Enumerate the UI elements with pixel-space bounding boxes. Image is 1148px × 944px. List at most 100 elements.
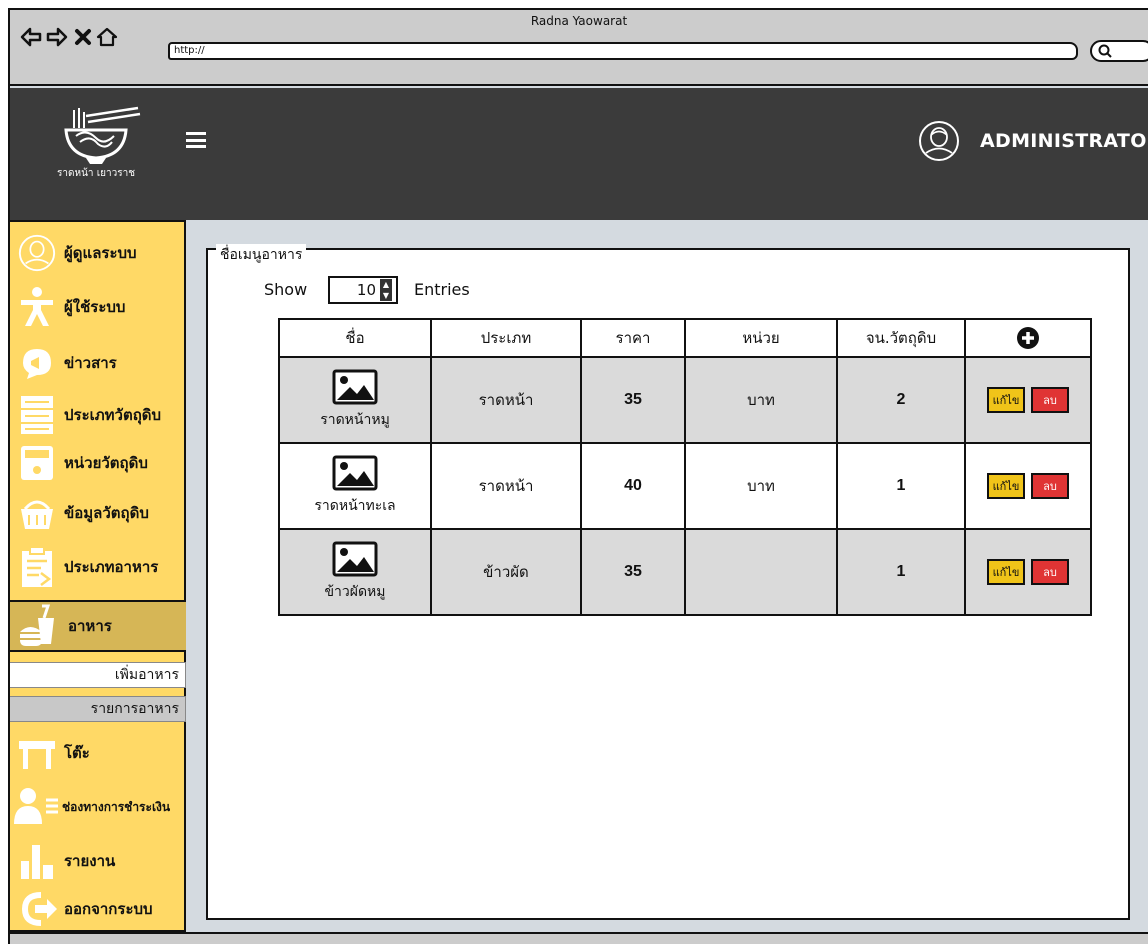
sidebar-item-ingredient-data[interactable]: ข้อมูลวัตถุดิบ [10, 490, 186, 536]
app-header: ราดหน้า เยาวราช ADMINISTRATOR [10, 88, 1148, 220]
bar-chart-icon [10, 838, 64, 884]
dish-ingredient-count: 2 [838, 358, 966, 442]
sidebar-item-ingredient-types[interactable]: ประเภทวัตถุดิบ [10, 392, 186, 438]
sidebar-item-food-types[interactable]: ประเภทอาหาร [10, 544, 186, 590]
dish-cell: ราดหน้าทะเล [280, 444, 432, 528]
admin-avatar-icon[interactable] [918, 120, 960, 162]
image-icon [332, 455, 378, 491]
sidebar-item-admin[interactable]: ผู้ดูแลระบบ [10, 230, 186, 276]
edit-button[interactable]: แก้ไข [987, 387, 1025, 413]
browser-toolbar: Radna Yaowarat http:// [10, 10, 1148, 86]
sidebar-item-food[interactable]: อาหาร [10, 600, 186, 652]
sidebar-item-label: ออกจากระบบ [64, 900, 153, 918]
sidebar-item-label: ผู้ดูแลระบบ [64, 244, 137, 262]
dish-price: 35 [582, 358, 686, 442]
entries-value: 10 [356, 281, 376, 299]
edit-button[interactable]: แก้ไข [987, 473, 1025, 499]
food-list-panel: ชื่อเมนูอาหาร Show 10 ▲ ▼ Entries ชื่อ ปร… [206, 244, 1130, 920]
column-header-price[interactable]: ราคา [582, 320, 686, 358]
admin-name[interactable]: ADMINISTRATOR [980, 130, 1148, 152]
dish-type: ข้าวผัด [432, 530, 582, 614]
column-header-name[interactable]: ชื่อ [280, 320, 432, 358]
sidebar: ผู้ดูแลระบบ ผู้ใช้ระบบ ข่าวสาร ประเภทวัต… [10, 220, 186, 932]
url-input[interactable]: http:// [168, 42, 1078, 60]
close-icon[interactable] [72, 26, 94, 48]
table-row: ราดหน้าทะเล ราดหน้า 40 บาท 1 แก้ไข ลบ [280, 444, 1090, 530]
sidebar-item-label: ข่าวสาร [64, 354, 117, 372]
sidebar-item-tables[interactable]: โต๊ะ [10, 730, 186, 776]
sidebar-item-payment-channels[interactable]: ช่องทางการชำระเงิน [10, 784, 186, 830]
dish-unit: บาท [686, 444, 838, 528]
add-food-button[interactable] [966, 320, 1090, 358]
stepper-arrows-icon[interactable]: ▲ ▼ [380, 279, 392, 301]
window-title: Radna Yaowarat [530, 14, 628, 28]
home-icon[interactable] [96, 26, 118, 48]
row-actions: แก้ไข ลบ [966, 358, 1090, 442]
sidebar-item-label: ช่องทางการชำระเงิน [62, 799, 171, 814]
column-header-type[interactable]: ประเภท [432, 320, 582, 358]
table-row: ข้าวผัดหมู ข้าวผัด 35 1 แก้ไข ลบ [280, 530, 1090, 614]
search-icon [1098, 44, 1112, 58]
basket-icon [10, 490, 64, 536]
dish-cell: ข้าวผัดหมู [280, 530, 432, 614]
entries-per-page-stepper[interactable]: 10 ▲ ▼ [328, 276, 398, 304]
show-label: Show [264, 280, 308, 299]
table-header-row: ชื่อ ประเภท ราคา หน่วย จน.วัตถุดิบ [280, 320, 1090, 358]
delete-button[interactable]: ลบ [1031, 473, 1069, 499]
sidebar-subitem-food-list[interactable]: รายการอาหาร [10, 696, 186, 722]
dish-ingredient-count: 1 [838, 444, 966, 528]
dish-type: ราดหน้า [432, 358, 582, 442]
browser-search-button[interactable] [1090, 40, 1148, 62]
sidebar-item-label: รายงาน [64, 852, 116, 870]
dish-name: ราดหน้าหมู [320, 412, 390, 428]
image-icon [332, 541, 378, 577]
browser-status-bar [10, 932, 1148, 944]
logout-icon [10, 886, 64, 932]
food-table: ชื่อ ประเภท ราคา หน่วย จน.วัตถุดิบ ราดหน… [278, 318, 1092, 616]
clipboard-icon [10, 544, 64, 590]
dish-price: 35 [582, 530, 686, 614]
logo-text: ราดหน้า เยาวราช [57, 167, 135, 178]
back-icon[interactable] [20, 26, 42, 48]
dish-type: ราดหน้า [432, 444, 582, 528]
sidebar-item-label: อาหาร [68, 617, 112, 635]
column-header-ingredient-count[interactable]: จน.วัตถุดิบ [838, 320, 966, 358]
person-icon [10, 284, 64, 330]
row-actions: แก้ไข ลบ [966, 530, 1090, 614]
dish-price: 40 [582, 444, 686, 528]
sidebar-item-reports[interactable]: รายงาน [10, 838, 186, 884]
sidebar-item-label: ประเภทอาหาร [64, 558, 159, 576]
delete-button[interactable]: ลบ [1031, 559, 1069, 585]
table-icon [10, 730, 64, 776]
plus-circle-icon [1017, 327, 1039, 349]
browser-window: Radna Yaowarat http:// ราดหน้า เยาวราช A… [8, 8, 1148, 944]
sidebar-item-news[interactable]: ข่าวสาร [10, 340, 186, 386]
sidebar-item-label: โต๊ะ [64, 744, 90, 762]
image-icon [332, 369, 378, 405]
dish-unit: บาท [686, 358, 838, 442]
megaphone-icon [10, 340, 64, 386]
sidebar-subitem-add-food[interactable]: เพิ่มอาหาร [10, 662, 186, 688]
sidebar-item-logout[interactable]: ออกจากระบบ [10, 886, 186, 932]
edit-button[interactable]: แก้ไข [987, 559, 1025, 585]
delete-button[interactable]: ลบ [1031, 387, 1069, 413]
sidebar-item-label: ประเภทวัตถุดิบ [64, 406, 162, 424]
sidebar-item-users[interactable]: ผู้ใช้ระบบ [10, 284, 186, 330]
hamburger-menu-icon[interactable] [186, 132, 206, 148]
column-header-unit[interactable]: หน่วย [686, 320, 838, 358]
dish-unit [686, 530, 838, 614]
entries-label: Entries [414, 280, 470, 299]
panel-title: ชื่อเมนูอาหาร [216, 244, 307, 266]
sidebar-item-label: หน่วยวัตถุดิบ [64, 454, 148, 472]
sidebar-item-ingredient-units[interactable]: หน่วยวัตถุดิบ [10, 440, 186, 486]
row-actions: แก้ไข ลบ [966, 444, 1090, 528]
dish-name: ข้าวผัดหมู [324, 584, 386, 600]
dish-name: ราดหน้าทะเล [314, 498, 396, 514]
fastfood-icon [10, 603, 64, 649]
user-card-icon [10, 784, 62, 830]
restaurant-logo[interactable]: ราดหน้า เยาวราช [46, 98, 146, 179]
scale-icon [10, 440, 64, 486]
admin-avatar-icon [10, 230, 64, 276]
forward-icon[interactable] [46, 26, 68, 48]
sidebar-item-label: ข้อมูลวัตถุดิบ [64, 504, 149, 522]
